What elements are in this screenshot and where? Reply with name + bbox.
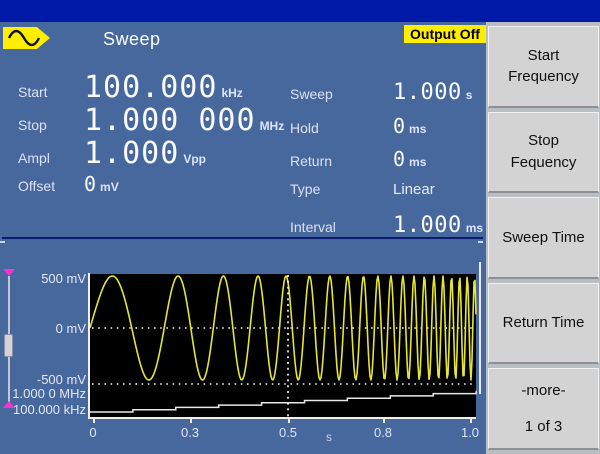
- param-value: 1.000: [84, 136, 179, 171]
- param-label: Interval: [290, 219, 393, 235]
- param-row-interval: Interval1.000 ms: [290, 213, 483, 238]
- param-row-stop: Stop1.000 000 MHz: [18, 103, 284, 138]
- param-row-return: Return0 ms: [290, 147, 426, 171]
- param-label: Return: [290, 153, 393, 169]
- param-unit: mV: [100, 180, 119, 194]
- param-value: 100.000: [84, 70, 217, 105]
- param-label: Start: [18, 84, 84, 100]
- param-value: 1.000: [393, 213, 462, 238]
- softkey-start-frequency[interactable]: Start Frequency: [488, 26, 599, 108]
- param-unit: ms: [409, 122, 426, 136]
- param-value: 0: [393, 147, 405, 171]
- param-label: Sweep: [290, 86, 393, 102]
- top-title-bar: [0, 0, 600, 22]
- param-label: Hold: [290, 120, 393, 136]
- param-label: Offset: [18, 178, 84, 194]
- section-divider: [2, 237, 483, 239]
- param-row-sweep-time: Sweep1.000 s: [290, 80, 472, 105]
- softkey-sweep-time[interactable]: Sweep Time: [488, 197, 599, 279]
- param-label: Stop: [18, 117, 84, 133]
- param-label: Type: [290, 181, 393, 197]
- param-unit: s: [466, 88, 473, 102]
- sine-wave-icon: [3, 27, 50, 49]
- vertical-scale-handle[interactable]: [4, 334, 13, 357]
- param-row-hold: Hold0 ms: [290, 114, 426, 138]
- y-axis-label-500mv: 500 mV: [0, 271, 86, 286]
- y-axis-label-0mv: 0 mV: [0, 321, 86, 336]
- param-unit: ms: [409, 155, 426, 169]
- param-value: 0: [393, 114, 405, 138]
- param-label: Ampl: [18, 150, 84, 166]
- panel-separator-line: [479, 262, 481, 394]
- divider-end-dash: [478, 241, 483, 243]
- param-row-start: Start100.000 kHz: [18, 70, 243, 105]
- param-unit: ms: [466, 221, 483, 235]
- x-axis-unit-label: s: [326, 430, 332, 444]
- y-axis-label-neg500mv: -500 mV: [0, 372, 86, 387]
- softkey-stop-frequency[interactable]: Stop Fequency: [488, 112, 599, 194]
- param-unit: kHz: [221, 86, 242, 100]
- x-tick-label: 1.0: [461, 425, 479, 440]
- softkey-return-time[interactable]: Return Time: [488, 283, 599, 365]
- instrument-screen: Sweep Output Off Start100.000kHz Stop1.0…: [0, 0, 600, 454]
- x-tick-label: 0: [89, 425, 96, 440]
- divider-end-dash: [0, 241, 5, 243]
- param-unit: Vpp: [183, 152, 206, 166]
- softkey-more-pager[interactable]: -more- 1 of 3: [488, 368, 599, 450]
- param-value: 0: [84, 172, 96, 196]
- param-value: 1.000 000: [84, 103, 256, 138]
- x-tick-label: 0.8: [374, 425, 392, 440]
- x-tick-label: 0.5: [279, 425, 297, 440]
- softkey-panel: Start Frequency Stop Fequency Sweep Time…: [486, 22, 600, 454]
- sweep-waveform-graph: [88, 273, 478, 425]
- param-unit: MHz: [260, 119, 285, 133]
- freq-axis-label-low: 100.000 kHz: [0, 402, 86, 417]
- param-row-ampl: Ampl1.000 Vpp: [18, 136, 206, 171]
- output-status-badge: Output Off: [404, 25, 486, 43]
- param-value: Linear: [393, 181, 435, 198]
- param-row-offset: Offset0 mV: [18, 172, 119, 196]
- freq-axis-label-high: 1.000 0 MHz: [0, 386, 86, 401]
- x-tick-label: 0.3: [181, 425, 199, 440]
- param-value: 1.000: [393, 80, 462, 105]
- param-row-type: TypeLinear: [290, 181, 435, 198]
- page-title: Sweep: [103, 29, 161, 50]
